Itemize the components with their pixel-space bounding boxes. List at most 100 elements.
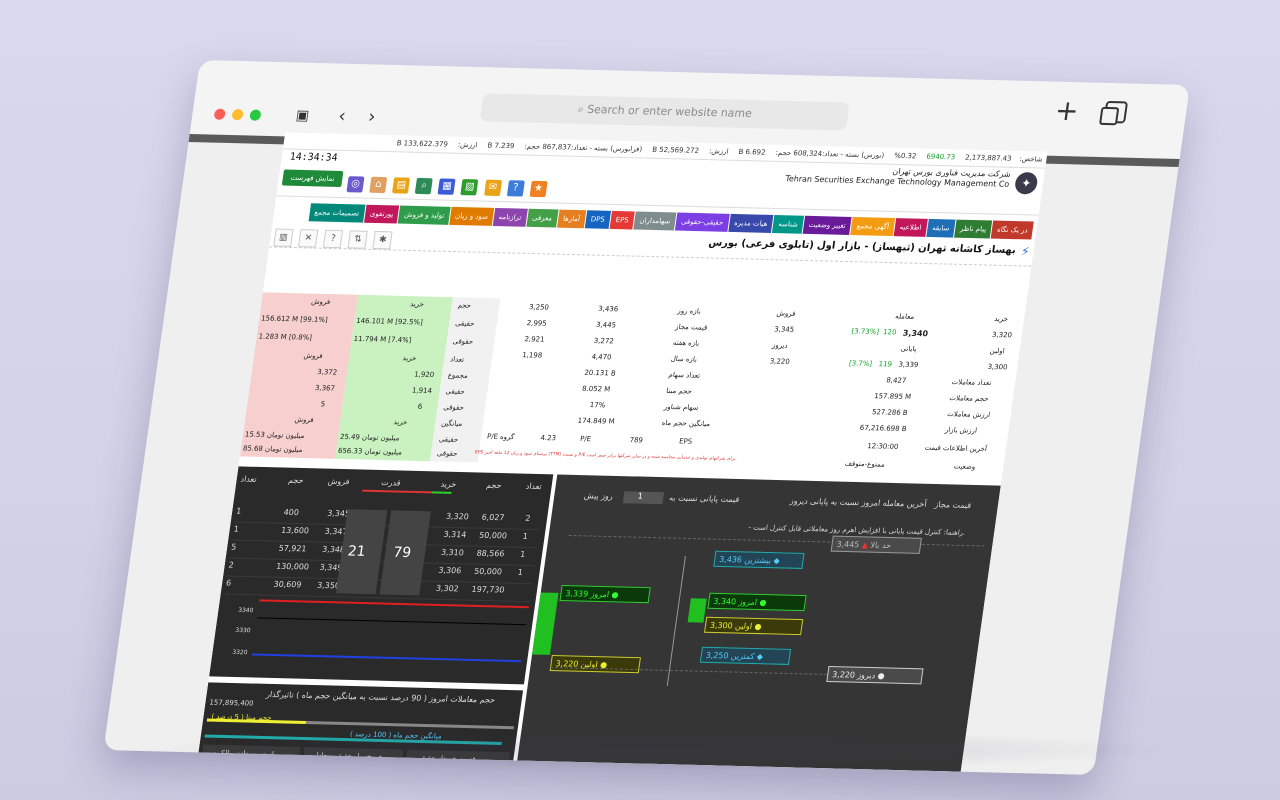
status-label: وضعیت — [953, 462, 976, 471]
count-label: تعداد معاملات — [951, 378, 992, 388]
ob-cell-bp: 3,306 — [437, 565, 462, 576]
background: ▣ ‹ › ⌕ Search or enter website name + ش… — [0, 0, 1280, 800]
chart-icon[interactable]: ▦ — [437, 178, 456, 195]
lower-limit-line — [251, 653, 522, 663]
nav-item[interactable]: معرفی — [525, 208, 559, 228]
close-vs-header: قیمت پایانی نسبت به — [668, 493, 740, 505]
nav-item[interactable]: پیام ناظر — [953, 219, 993, 239]
volume-value: 157.895 M — [873, 392, 912, 402]
count-label: تعداد — [449, 355, 465, 364]
ob-power-header: قدرت — [380, 478, 402, 488]
ob-cell-sv: 13,600 — [280, 525, 310, 536]
sidebar-icon[interactable]: ▣ — [290, 105, 315, 128]
close-candle — [532, 592, 559, 655]
mcap-value: 67,216.698 B — [859, 423, 908, 434]
nav-item[interactable]: آگهی مجمع — [850, 216, 896, 237]
buy-header: خرید — [993, 314, 1009, 324]
nav-item[interactable]: پورتفوی — [363, 204, 400, 224]
value-label: ارزش معاملات — [946, 410, 991, 420]
forward-icon[interactable]: › — [359, 106, 384, 129]
tsetmc-logo-icon[interactable]: ✦ — [1013, 171, 1039, 195]
nav-item[interactable]: تولید و فروش — [398, 205, 451, 225]
otc-b: 7.239 B — [486, 141, 515, 151]
watchlist-icon[interactable]: ▤ — [392, 177, 411, 194]
address-bar[interactable]: ⌕ Search or enter website name — [479, 93, 850, 131]
nav-item[interactable]: سابقه — [926, 218, 956, 238]
allowed-high: 3,445 — [595, 320, 617, 330]
tools-icon[interactable]: ✕ — [298, 229, 319, 248]
nav-item[interactable]: ترازنامه — [492, 207, 528, 227]
today-candle — [687, 598, 707, 623]
nav-item[interactable]: آمارها — [556, 209, 587, 229]
float-value: 17% — [589, 401, 606, 410]
pe-label: P/E — [579, 434, 592, 444]
real-label: حقیقی — [454, 319, 475, 328]
search-icon[interactable]: ⌕ — [415, 177, 434, 195]
volume-track — [305, 721, 515, 730]
total-sell-count: 3,372 — [316, 368, 338, 377]
back-icon[interactable]: ‹ — [330, 106, 355, 129]
ob-buy-header: خرید — [440, 479, 457, 489]
pk-volume-label: حجم — [457, 301, 472, 310]
nav-item[interactable]: حقیقی-حقوقی — [674, 212, 730, 232]
ladder-hint: - راهنما: کنترل قیمت پایانی با افزایش اه… — [747, 523, 966, 537]
ownership-loss-button[interactable]: از دست دادن مالکیت — [201, 744, 301, 765]
real-money-outflow-button[interactable]: خروج پول حقیقی معادل — [301, 747, 404, 768]
ob-cell-bc: 1 — [519, 549, 526, 559]
page-content: شاخص: 2,173,887.43 6940.73 0.32% (بورس) ب… — [198, 132, 1048, 772]
nav-item[interactable]: هیات مدیره — [727, 213, 774, 233]
nav-item[interactable]: سهامداران — [633, 211, 677, 231]
close-window-button[interactable] — [213, 108, 226, 120]
real-buyer-power-button[interactable]: قدرت خریدار حقیقی — [404, 749, 511, 771]
help-icon[interactable]: ? — [506, 180, 525, 197]
allowed-low: 2,995 — [526, 319, 548, 328]
avgvol-label: میانگین حجم ماه — [661, 418, 711, 429]
home-icon[interactable]: ⌂ — [369, 176, 388, 194]
days-stepper[interactable]: 1 — [622, 491, 665, 505]
avg-real-buy: 25.49 میلیون تومان — [339, 432, 401, 443]
nav-item[interactable]: تغییر وضعیت — [802, 215, 852, 235]
volume-total: 157,895,400 — [208, 698, 255, 708]
nav-item[interactable]: EPS — [609, 210, 635, 230]
nav-item[interactable]: اطلاعیه — [893, 218, 928, 237]
avg-sell-header: فروش — [294, 415, 315, 425]
ob-cell-bv: 50,000 — [473, 566, 503, 577]
pk-sell-header: فروش — [310, 297, 331, 307]
avg-legal-label: حقوقی — [436, 449, 459, 458]
new-tab-icon[interactable]: + — [1053, 94, 1081, 128]
pk-buy-header: خرید — [409, 300, 425, 309]
tab-overview-icon[interactable] — [1103, 100, 1129, 124]
volume-text: (بورس) بسته - تعداد:608,324 حجم: — [774, 148, 885, 160]
nav-item[interactable]: شناسه — [772, 215, 805, 234]
ob-scount-header: تعداد — [240, 474, 258, 484]
maximize-window-button[interactable] — [249, 109, 262, 121]
y-tick-3: 3320 — [231, 648, 248, 657]
message-icon[interactable]: ✉ — [483, 179, 502, 197]
pe-value: 4.23 — [539, 433, 557, 443]
new-badge-icon[interactable]: ★ — [529, 180, 548, 198]
minimize-window-button[interactable] — [231, 109, 244, 121]
max-price-box: 3,436 بیشترین ◆ — [713, 550, 805, 569]
globe-icon[interactable]: ◎ — [346, 176, 365, 193]
last-pct: [3.73%] — [850, 327, 880, 337]
compare-icon[interactable]: ⇅ — [347, 230, 369, 249]
show-list-button[interactable]: نمایش فهرست — [281, 169, 344, 187]
value-b: 52,569.272 B — [651, 145, 700, 155]
nav-item[interactable]: سود و زیان — [449, 206, 495, 226]
help-tool-icon[interactable]: ? — [322, 229, 344, 249]
count-sell-header: فروش — [303, 351, 324, 361]
close-change: 119 — [878, 360, 893, 369]
filter-icon[interactable]: ▧ — [460, 179, 479, 196]
eps-note: EPS برمبنای سود و زیان 12 ماهه اخیر (TTM… — [474, 450, 738, 462]
status-value: ممنوع-متوقف — [844, 459, 886, 469]
nav-item[interactable]: در یک نگاه — [990, 220, 1034, 240]
volume-bar-panel: حجم معاملات امروز ( 90 درصد نسبت به میان… — [198, 682, 524, 771]
nav-item[interactable]: تصمیمات مجمع — [308, 203, 366, 223]
index-change: 6940.73 — [925, 152, 956, 162]
week-label: بازه هفته — [672, 338, 700, 348]
chart-tool-icon[interactable]: ▥ — [273, 228, 294, 247]
settings-icon[interactable]: ✱ — [372, 231, 393, 250]
avg-legal-buy: 656.33 میلیون تومان — [337, 446, 403, 457]
ob-svol-header: حجم — [287, 475, 305, 486]
nav-item[interactable]: DPS — [584, 210, 611, 229]
